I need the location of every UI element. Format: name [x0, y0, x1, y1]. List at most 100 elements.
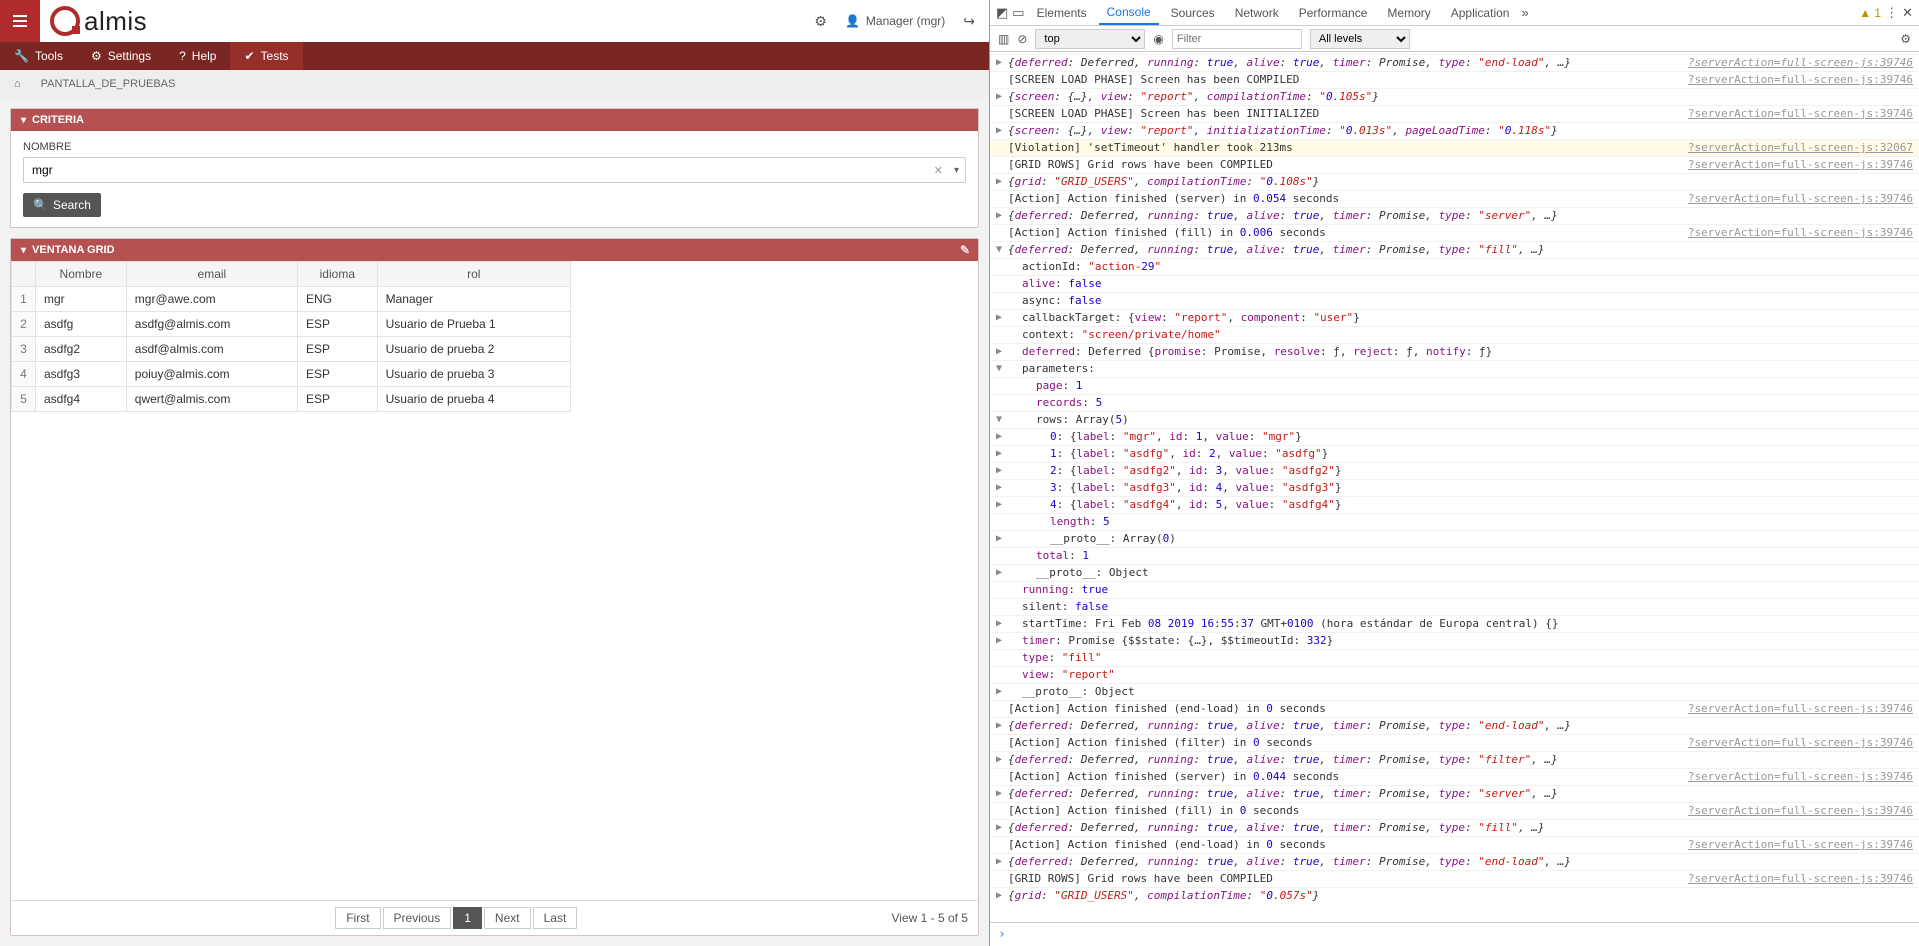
chevron-down-icon[interactable]: ▾: [954, 165, 959, 176]
levels-select[interactable]: All levels: [1310, 29, 1410, 49]
search-button[interactable]: 🔍 Search: [23, 193, 101, 217]
console-line[interactable]: alive: false: [990, 275, 1919, 292]
console-line[interactable]: ▶__proto__: Array(0): [990, 530, 1919, 547]
console-line[interactable]: ▶{deferred: Deferred, running: true, ali…: [990, 751, 1919, 768]
nombre-input[interactable]: [32, 163, 937, 177]
console-line[interactable]: type: "fill": [990, 649, 1919, 666]
source-link[interactable]: ?serverAction=full-screen-js:39746: [1688, 804, 1913, 818]
kebab-icon[interactable]: ⋮: [1885, 5, 1898, 21]
console-line[interactable]: ▶{grid: "GRID_USERS", compilationTime: "…: [990, 173, 1919, 190]
source-link[interactable]: ?serverAction=full-screen-js:39746: [1688, 736, 1913, 750]
more-tabs-icon[interactable]: »: [1521, 5, 1528, 20]
gear-icon[interactable]: ⚙: [814, 13, 827, 30]
console-line[interactable]: length: 5: [990, 513, 1919, 530]
filter-input[interactable]: [1172, 29, 1302, 49]
console-line[interactable]: ▶3: {label: "asdfg3", id: 4, value: "asd…: [990, 479, 1919, 496]
console-line[interactable]: ?serverAction=full-screen-js:39746[Actio…: [990, 836, 1919, 853]
eye-icon[interactable]: ◉: [1153, 32, 1163, 46]
console-line[interactable]: ?serverAction=full-screen-js:32067[Viola…: [990, 139, 1919, 156]
user-menu[interactable]: 👤 Manager (mgr): [845, 14, 945, 28]
device-icon[interactable]: ▭: [1012, 5, 1024, 21]
console-line[interactable]: ▶{deferred: Deferred, running: true, ali…: [990, 819, 1919, 836]
menu-tools[interactable]: 🔧Tools: [0, 42, 77, 70]
console-line[interactable]: ?serverAction=full-screen-js:39746[Actio…: [990, 768, 1919, 785]
clear-console-icon[interactable]: ⊘: [1017, 32, 1027, 46]
console-line[interactable]: silent: false: [990, 598, 1919, 615]
console-line[interactable]: ?serverAction=full-screen-js:39746[Actio…: [990, 802, 1919, 819]
tab-elements[interactable]: Elements: [1029, 2, 1095, 24]
menu-help[interactable]: ?Help: [165, 42, 230, 70]
console-line[interactable]: ?serverAction=full-screen-js:39746[SCREE…: [990, 71, 1919, 88]
console-line[interactable]: ▶{deferred: Deferred, running: true, ali…: [990, 785, 1919, 802]
console-line[interactable]: ▶{deferred: Deferred, running: true, ali…: [990, 853, 1919, 870]
source-link[interactable]: ?serverAction=full-screen-js:39746: [1688, 192, 1913, 206]
console-line[interactable]: ▶?serverAction=full-screen-js:39746{defe…: [990, 54, 1919, 71]
console-line[interactable]: ▶4: {label: "asdfg4", id: 5, value: "asd…: [990, 496, 1919, 513]
grid-header[interactable]: ▾ VENTANA GRID ✎: [11, 239, 978, 261]
table-row[interactable]: 5asdfg4qwert@almis.comESPUsuario de prue…: [12, 387, 571, 412]
console-line[interactable]: ?serverAction=full-screen-js:39746[SCREE…: [990, 105, 1919, 122]
pager-prev[interactable]: Previous: [383, 907, 452, 929]
pager-next[interactable]: Next: [484, 907, 531, 929]
source-link[interactable]: ?serverAction=full-screen-js:39746: [1688, 838, 1913, 852]
edit-icon[interactable]: ✎: [960, 243, 970, 257]
source-link[interactable]: ?serverAction=full-screen-js:39746: [1688, 56, 1913, 70]
console-line[interactable]: ▶0: {label: "mgr", id: 1, value: "mgr"}: [990, 428, 1919, 445]
col-rol[interactable]: rol: [377, 262, 570, 287]
console-line[interactable]: total: 1: [990, 547, 1919, 564]
col-idioma[interactable]: idioma: [298, 262, 378, 287]
table-row[interactable]: 1mgrmgr@awe.comENGManager: [12, 287, 571, 312]
clear-icon[interactable]: ✕: [934, 164, 943, 177]
console-prompt[interactable]: ›: [990, 922, 1919, 946]
console-output[interactable]: ▶?serverAction=full-screen-js:39746{defe…: [990, 52, 1919, 922]
tab-performance[interactable]: Performance: [1291, 2, 1376, 24]
console-line[interactable]: ▶timer: Promise {$$state: {…}, $$timeout…: [990, 632, 1919, 649]
console-line[interactable]: async: false: [990, 292, 1919, 309]
menu-tests[interactable]: ✔Tests: [230, 42, 302, 70]
table-row[interactable]: 4asdfg3poiuy@almis.comESPUsuario de prue…: [12, 362, 571, 387]
console-line[interactable]: records: 5: [990, 394, 1919, 411]
source-link[interactable]: ?serverAction=full-screen-js:39746: [1688, 702, 1913, 716]
console-line[interactable]: ▶deferred: Deferred {promise: Promise, r…: [990, 343, 1919, 360]
pager-page-1[interactable]: 1: [453, 907, 482, 929]
tab-console[interactable]: Console: [1099, 1, 1159, 25]
nombre-select[interactable]: ✕ ▾: [23, 157, 966, 183]
console-line[interactable]: ▶{deferred: Deferred, running: true, ali…: [990, 717, 1919, 734]
console-line[interactable]: ▼{deferred: Deferred, running: true, ali…: [990, 241, 1919, 258]
inspect-icon[interactable]: ◩: [996, 5, 1008, 21]
warning-count[interactable]: ▲ 1: [1859, 6, 1881, 20]
console-line[interactable]: ▶{deferred: Deferred, running: true, ali…: [990, 207, 1919, 224]
console-line[interactable]: ▶__proto__: Object: [990, 683, 1919, 700]
console-line[interactable]: ▶{grid: "GRID_USERS", compilationTime: "…: [990, 887, 1919, 904]
console-line[interactable]: view: "report": [990, 666, 1919, 683]
console-line[interactable]: ▶callbackTarget: {view: "report", compon…: [990, 309, 1919, 326]
console-line[interactable]: ▶startTime: Fri Feb 08 2019 16:55:37 GMT…: [990, 615, 1919, 632]
logout-icon[interactable]: ↪: [963, 13, 975, 30]
source-link[interactable]: ?serverAction=full-screen-js:39746: [1688, 73, 1913, 87]
pager-last[interactable]: Last: [533, 907, 578, 929]
console-line[interactable]: page: 1: [990, 377, 1919, 394]
console-line[interactable]: ?serverAction=full-screen-js:39746[GRID …: [990, 870, 1919, 887]
source-link[interactable]: ?serverAction=full-screen-js:39746: [1688, 770, 1913, 784]
console-line[interactable]: ▼parameters:: [990, 360, 1919, 377]
source-link[interactable]: ?serverAction=full-screen-js:39746: [1688, 226, 1913, 240]
console-line[interactable]: ▼rows: Array(5): [990, 411, 1919, 428]
console-line[interactable]: ▶{screen: {…}, view: "report", initializ…: [990, 122, 1919, 139]
console-line[interactable]: ?serverAction=full-screen-js:39746[Actio…: [990, 700, 1919, 717]
source-link[interactable]: ?serverAction=full-screen-js:39746: [1688, 107, 1913, 121]
console-line[interactable]: actionId: "action-29": [990, 258, 1919, 275]
col-nombre[interactable]: Nombre: [36, 262, 127, 287]
console-line[interactable]: ▶1: {label: "asdfg", id: 2, value: "asdf…: [990, 445, 1919, 462]
col-email[interactable]: email: [126, 262, 297, 287]
home-icon[interactable]: ⌂: [14, 78, 21, 90]
table-row[interactable]: 2asdfgasdfg@almis.comESPUsuario de Prueb…: [12, 312, 571, 337]
context-select[interactable]: top: [1035, 29, 1145, 49]
console-line[interactable]: context: "screen/private/home": [990, 326, 1919, 343]
console-line[interactable]: running: true: [990, 581, 1919, 598]
settings-icon[interactable]: ⚙: [1900, 32, 1911, 46]
criteria-header[interactable]: ▾ CRITERIA: [11, 109, 978, 131]
source-link[interactable]: ?serverAction=full-screen-js:39746: [1688, 158, 1913, 172]
close-icon[interactable]: ✕: [1902, 5, 1913, 21]
tab-memory[interactable]: Memory: [1379, 2, 1438, 24]
tab-sources[interactable]: Sources: [1163, 2, 1223, 24]
